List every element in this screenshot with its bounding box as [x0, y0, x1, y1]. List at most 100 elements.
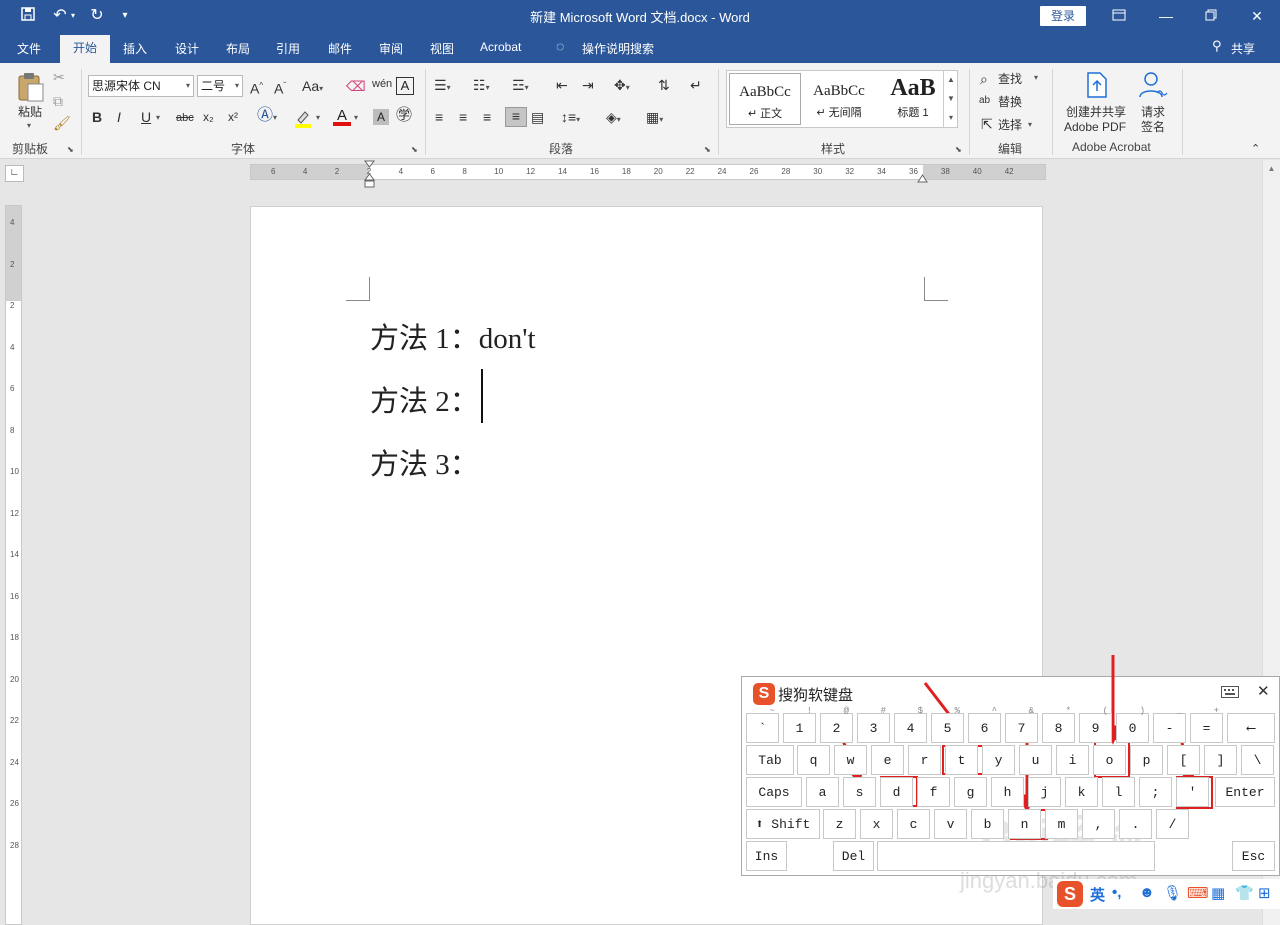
key-p[interactable]: p — [1130, 745, 1163, 775]
key-][interactable]: ] — [1204, 745, 1237, 775]
toolbox-icon[interactable]: ▦ — [1211, 884, 1225, 902]
key-4[interactable]: 4 $ — [894, 706, 927, 743]
key-label: r — [920, 753, 929, 768]
key-8[interactable]: 8 * — [1042, 706, 1075, 743]
key-shift-label: _ — [1176, 706, 1182, 716]
emoji-icon[interactable]: ☻ — [1139, 884, 1155, 901]
key-label: 3 — [869, 721, 878, 736]
skin-icon[interactable]: 👕 — [1235, 884, 1254, 902]
soft-keyboard-icon[interactable]: ⌨ — [1187, 884, 1209, 902]
key-label: v — [946, 817, 955, 832]
key-shift-label: ^ — [991, 706, 997, 716]
key-q[interactable]: q — [797, 745, 830, 775]
key-shift-label: * — [1065, 706, 1071, 716]
key-shift-label: % — [954, 706, 960, 716]
key-label: 0 — [1128, 721, 1137, 736]
key-l[interactable]: l — [1102, 777, 1135, 807]
key-7[interactable]: 7 & — [1005, 706, 1038, 743]
key-c[interactable]: c — [897, 809, 930, 839]
key-r[interactable]: r — [908, 745, 941, 775]
key-label: Ins — [754, 849, 779, 864]
key-6[interactable]: 6 ^ — [968, 706, 1001, 743]
key-label: s — [855, 785, 864, 800]
key-label: q — [809, 753, 818, 768]
key-i[interactable]: i — [1056, 745, 1089, 775]
key-label: Esc — [1241, 849, 1266, 864]
key-shift-label: $ — [917, 706, 923, 716]
key-label: , — [1094, 817, 1103, 832]
key-ins[interactable]: Ins — [746, 841, 787, 871]
key--[interactable]: - _ — [1153, 706, 1186, 743]
key-[[interactable]: [ — [1167, 745, 1200, 775]
key-label: 1 — [795, 721, 804, 736]
key-label: Del — [841, 849, 866, 864]
key-label: o — [1105, 753, 1114, 768]
key-0[interactable]: 0) — [1116, 706, 1149, 743]
key-del[interactable]: Del — [833, 841, 874, 871]
key-label: m — [1057, 817, 1066, 832]
key-label: t — [957, 753, 966, 768]
key-label: 4 — [906, 721, 915, 736]
key-d[interactable]: d — [880, 777, 913, 807]
key-5[interactable]: 5% — [931, 706, 964, 743]
key-shift-label: ~ — [769, 706, 775, 716]
key-9[interactable]: 9( — [1079, 706, 1112, 743]
key-tab[interactable]: Tab — [746, 745, 794, 775]
key-enter[interactable]: Enter — [1215, 777, 1275, 807]
key-k[interactable]: k — [1065, 777, 1098, 807]
key-/[interactable]: / — [1156, 809, 1189, 839]
key-b[interactable]: b — [971, 809, 1004, 839]
key-.[interactable]: . — [1119, 809, 1152, 839]
key-space[interactable] — [877, 841, 1155, 871]
key-label: 6 — [980, 721, 989, 736]
key-shift-label: # — [880, 706, 886, 716]
key-t[interactable]: t — [945, 745, 978, 775]
key-2[interactable]: 2 @ — [820, 706, 853, 743]
key-m[interactable]: m — [1045, 809, 1078, 839]
key-label: ⟵ — [1247, 721, 1255, 736]
microphone-icon[interactable]: 🎙 — [1163, 884, 1182, 902]
key-e[interactable]: e — [871, 745, 904, 775]
key-w[interactable]: w — [834, 745, 867, 775]
sogou-ime-icon[interactable]: S — [1057, 881, 1083, 907]
key-caps[interactable]: Caps — [746, 777, 802, 807]
key-label: i — [1068, 753, 1077, 768]
key-u[interactable]: u — [1019, 745, 1052, 775]
key-o[interactable]: o — [1093, 745, 1126, 775]
key-1[interactable]: 1! — [783, 706, 816, 743]
key-j[interactable]: j — [1028, 777, 1061, 807]
key-n[interactable]: n — [1008, 809, 1041, 839]
key-label: 9 — [1091, 721, 1100, 736]
key-=[interactable]: = + — [1190, 706, 1223, 743]
key-backspace[interactable]: ⟵ — [1227, 713, 1275, 743]
key-y[interactable]: y — [982, 745, 1015, 775]
key-label: x — [872, 817, 881, 832]
key-;[interactable]: ; — [1139, 777, 1172, 807]
key-s[interactable]: s — [843, 777, 876, 807]
key-label: [ — [1179, 753, 1188, 768]
key-v[interactable]: v — [934, 809, 967, 839]
key-x[interactable]: x — [860, 809, 893, 839]
key-z[interactable]: z — [823, 809, 856, 839]
key-f[interactable]: f — [917, 777, 950, 807]
key-label: . — [1131, 817, 1140, 832]
key-label: b — [983, 817, 992, 832]
key-esc[interactable]: Esc — [1232, 841, 1275, 871]
ime-punctuation-toggle[interactable]: •, — [1112, 884, 1121, 901]
key-label: j — [1040, 785, 1049, 800]
key-h[interactable]: h — [991, 777, 1024, 807]
key-\[interactable]: \ — [1241, 745, 1274, 775]
menu-grid-icon[interactable]: ⊞ — [1258, 884, 1271, 902]
key-g[interactable]: g — [954, 777, 987, 807]
key-a[interactable]: a — [806, 777, 839, 807]
key-label: Tab — [758, 753, 782, 768]
ime-language-toggle[interactable]: 英 — [1090, 884, 1105, 905]
key-`[interactable]: ` ~ — [746, 706, 779, 743]
key-'[interactable]: ' — [1176, 777, 1209, 807]
key-,[interactable]: , — [1082, 809, 1115, 839]
key-shift[interactable]: ⬆ Shift — [746, 809, 820, 839]
key-3[interactable]: 3 # — [857, 706, 890, 743]
key-label: z — [835, 817, 844, 832]
key-label: ; — [1151, 785, 1160, 800]
key-label: k — [1077, 785, 1086, 800]
